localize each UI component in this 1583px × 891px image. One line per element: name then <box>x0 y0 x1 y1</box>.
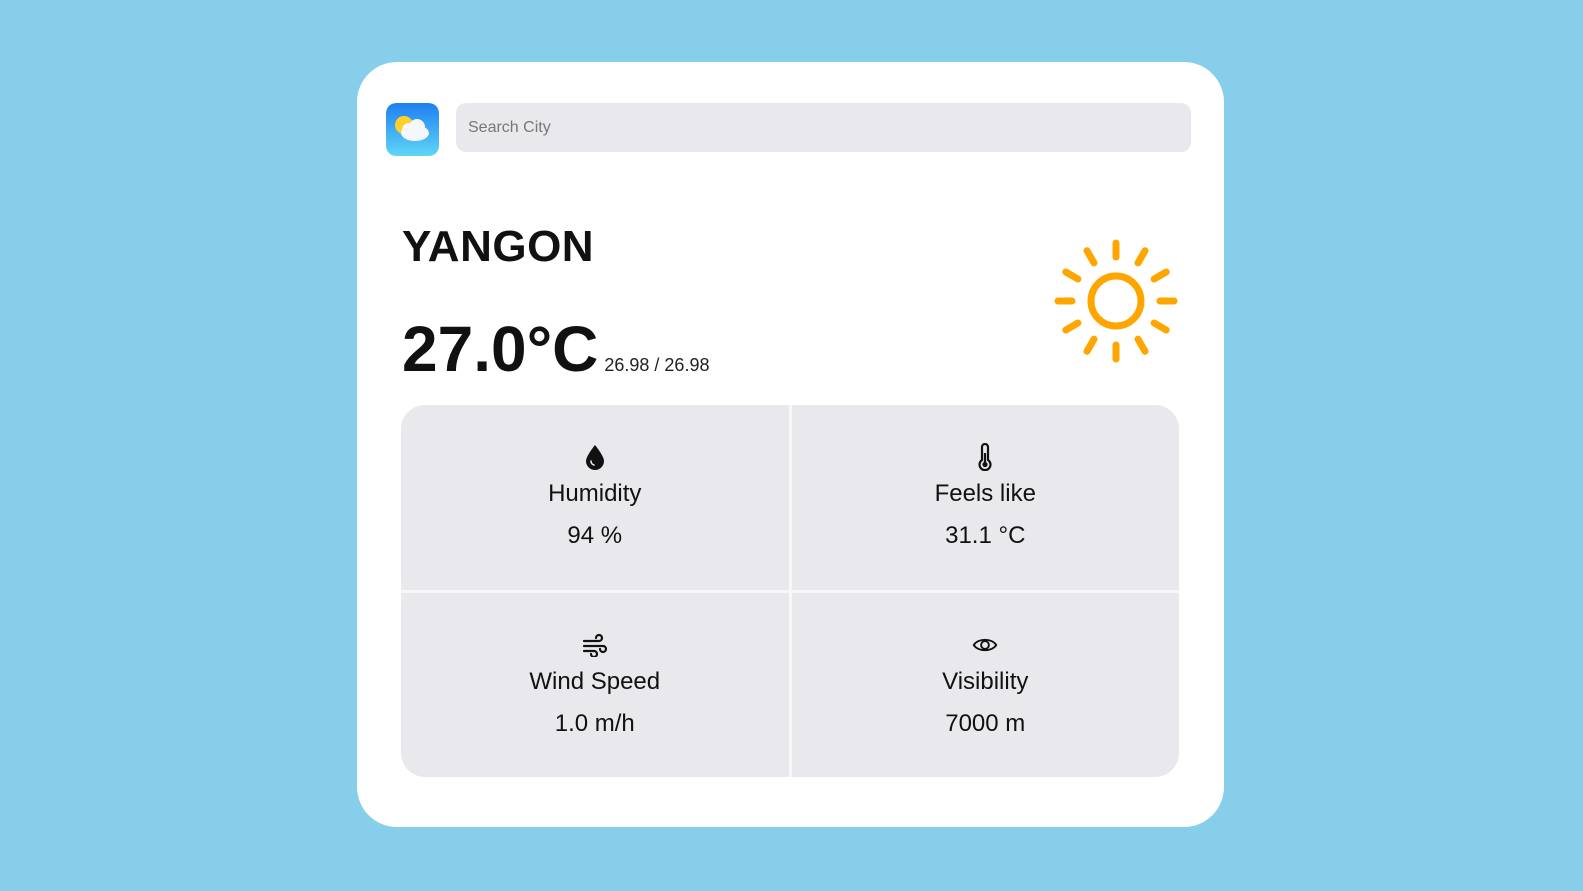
feels-like-label: Feels like <box>934 480 1036 508</box>
sun-icon <box>1050 235 1182 367</box>
current-temperature: 27.0°C <box>402 313 599 385</box>
weather-app-icon <box>386 103 439 156</box>
humidity-label: Humidity <box>548 480 642 508</box>
visibility-value: 7000 m <box>945 709 1026 737</box>
visibility-card: Visibility 7000 m <box>791 592 1179 777</box>
wind-icon <box>582 632 608 658</box>
water-drop-icon <box>582 444 608 471</box>
search-city-input[interactable] <box>456 103 1191 152</box>
wind-speed-label: Wind Speed <box>529 667 661 695</box>
min-max-temperature: 26.98 / 26.98 <box>604 355 710 375</box>
feels-like-value: 31.1 °C <box>945 522 1026 550</box>
thermometer-icon <box>972 443 998 472</box>
humidity-card: Humidity 94 % <box>401 405 789 590</box>
wind-speed-card: Wind Speed 1.0 m/h <box>401 592 789 777</box>
visibility-label: Visibility <box>942 667 1029 695</box>
wind-speed-value: 1.0 m/h <box>554 709 635 737</box>
city-name: YANGON <box>402 222 595 271</box>
eye-icon <box>972 632 998 658</box>
feels-like-card: Feels like 31.1 °C <box>791 405 1179 590</box>
temperature-row: 27.0°C 26.98 / 26.98 <box>402 312 709 386</box>
weather-details-grid: Humidity 94 % Feels like 31.1 °C Wind Sp… <box>401 405 1179 777</box>
weather-card: YANGON 27.0°C 26.98 / 26.98 <box>357 62 1224 827</box>
humidity-value: 94 % <box>567 522 623 550</box>
